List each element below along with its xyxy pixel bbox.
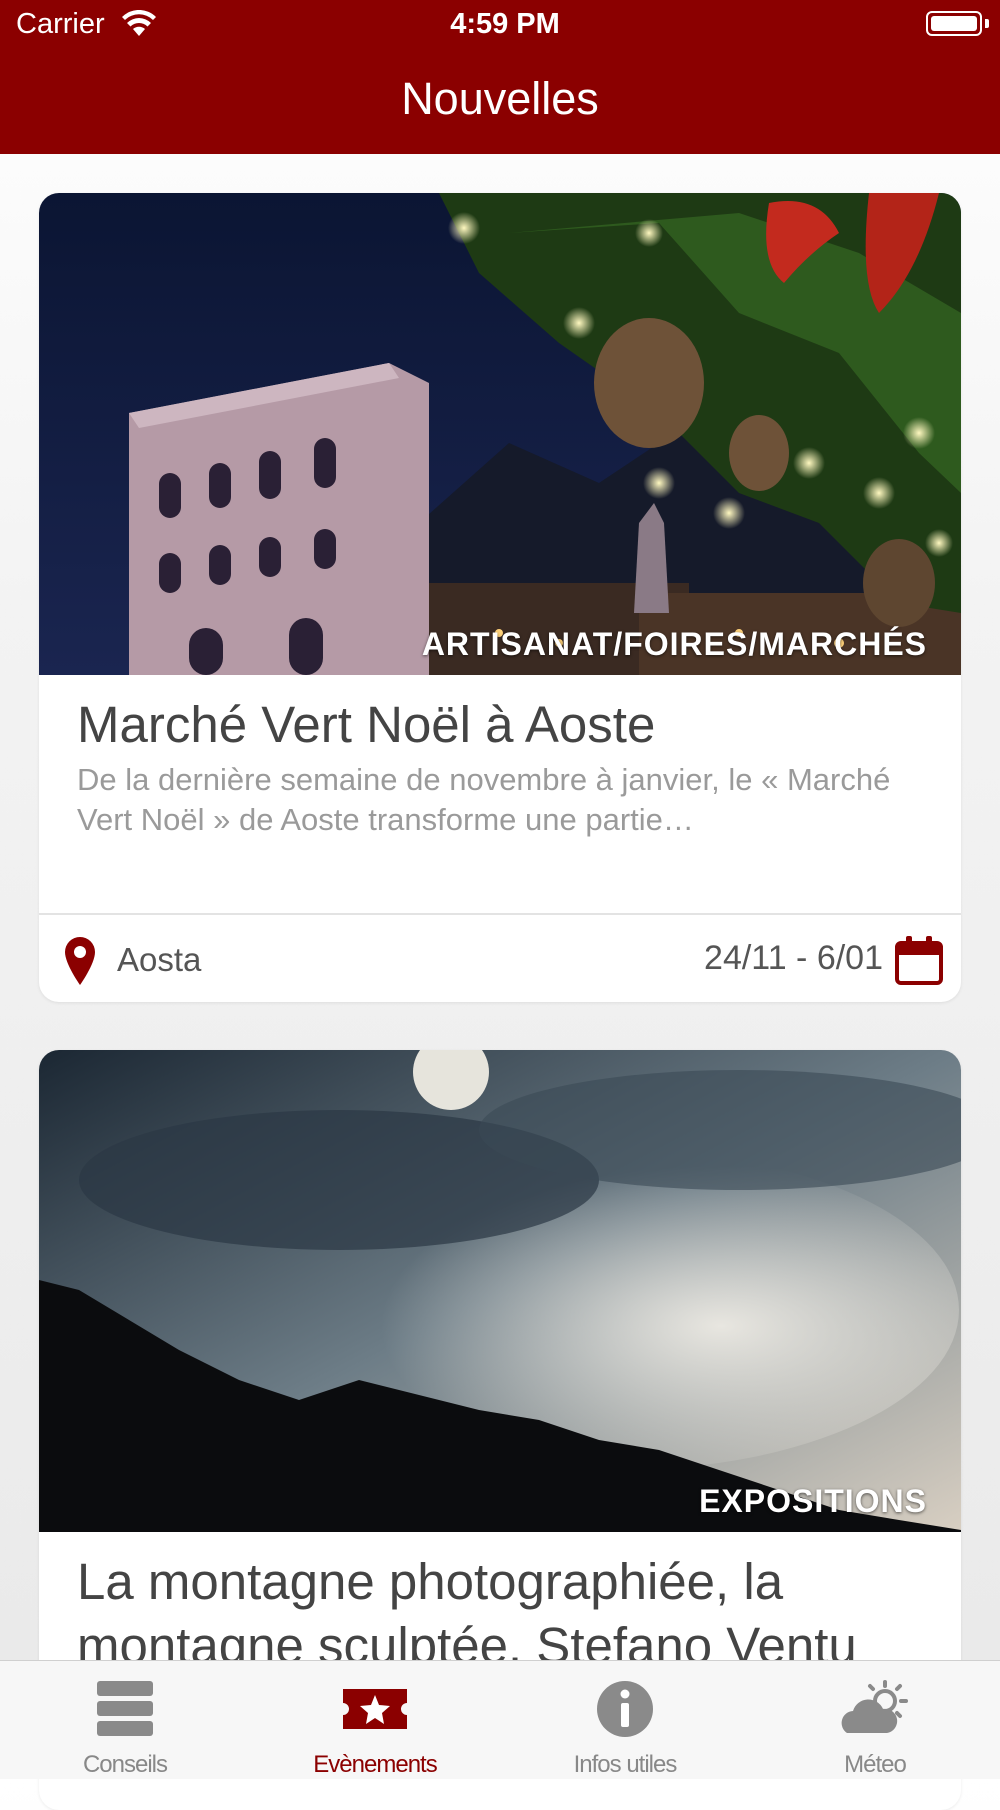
- battery-nub: [985, 19, 989, 28]
- tab-label: Infos utiles: [573, 1751, 678, 1778]
- tab-infos-utiles[interactable]: Infos utiles: [500, 1661, 750, 1779]
- location-pin-icon: [65, 937, 95, 985]
- battery-icon: [926, 11, 982, 36]
- tab-label: Conseils: [82, 1751, 168, 1778]
- page-title: Nouvelles: [401, 73, 599, 124]
- event-title: Marché Vert Noël à Aoste: [77, 696, 656, 753]
- tab-conseils[interactable]: Conseils: [0, 1661, 250, 1779]
- event-location: Aosta: [117, 941, 202, 978]
- event-dates: 24/11 - 6/01: [704, 939, 883, 977]
- ticket-star-icon: [343, 1689, 407, 1729]
- tab-label: Evènements: [313, 1751, 437, 1778]
- tab-bar: Conseils Evènements Infos utiles Méteo: [0, 1660, 1000, 1779]
- category-label: EXPOSITIONS: [699, 1483, 927, 1519]
- tab-meteo[interactable]: Méteo: [750, 1661, 1000, 1779]
- event-image: ARTISANAT/FOIRES/MARCHÉS: [39, 193, 961, 675]
- event-title: La montagne photographiée, la montagne s…: [77, 1553, 857, 1674]
- list-icon: [97, 1681, 153, 1736]
- weather-icon: [841, 1680, 908, 1733]
- mountain-photo: [39, 1050, 961, 1532]
- header-bar: Carrier 4:59 PM Nouvelles: [0, 0, 1000, 154]
- tab-evenements[interactable]: Evènements: [250, 1661, 500, 1779]
- event-description: De la dernière semaine de novembre à jan…: [77, 762, 891, 837]
- info-icon: [597, 1681, 653, 1737]
- event-footer: Aosta 24/11 - 6/01: [39, 915, 961, 1002]
- category-label: ARTISANAT/FOIRES/MARCHÉS: [421, 626, 927, 662]
- calendar-icon: [895, 936, 943, 985]
- event-card[interactable]: ARTISANAT/FOIRES/MARCHÉS Marché Vert Noë…: [39, 193, 961, 1002]
- clock: 4:59 PM: [450, 8, 560, 40]
- christmas-market-photo: [39, 193, 961, 675]
- event-image: EXPOSITIONS: [39, 1050, 961, 1532]
- tab-label: Méteo: [844, 1751, 907, 1778]
